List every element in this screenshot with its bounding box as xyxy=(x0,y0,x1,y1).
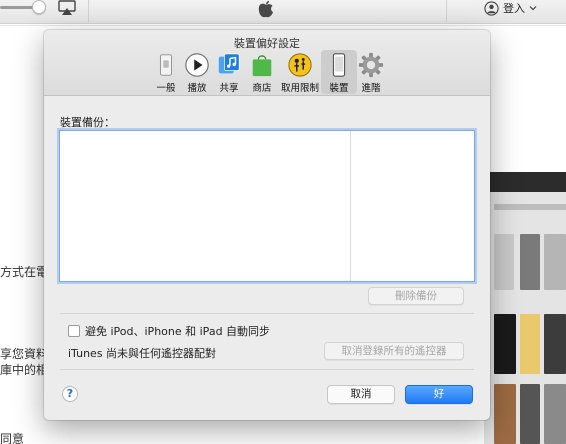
cancel-button[interactable]: 取消 xyxy=(327,385,395,404)
prevent-sync-checkbox[interactable] xyxy=(68,325,80,337)
tab-playback[interactable]: 播放 xyxy=(179,50,215,94)
store-bag-icon xyxy=(252,55,272,77)
user-icon xyxy=(484,0,499,16)
tab-devices[interactable]: 裝置 xyxy=(321,50,357,94)
album-art xyxy=(520,234,540,290)
background-text: 同意 xyxy=(0,432,25,444)
store-preview-panel xyxy=(484,172,566,444)
album-art xyxy=(520,314,540,374)
tab-parental[interactable]: 取用限制 xyxy=(280,50,320,94)
tab-label: 裝置 xyxy=(329,83,349,94)
prevent-sync-label: 避免 iPod、iPhone 和 iPad 自動同步 xyxy=(85,325,271,338)
album-art xyxy=(494,384,516,444)
album-art xyxy=(494,234,514,290)
account-label: 登入 xyxy=(503,2,525,15)
playback-icon xyxy=(185,53,209,77)
divider xyxy=(60,313,474,314)
album-art xyxy=(544,234,566,290)
album-art xyxy=(520,384,540,444)
sharing-icon xyxy=(218,53,240,74)
gear-icon xyxy=(358,52,384,78)
tab-label: 播放 xyxy=(187,83,207,94)
help-button[interactable]: ? xyxy=(62,386,78,402)
store-preview-menu xyxy=(494,204,566,210)
background-text: 方式在電 xyxy=(0,265,49,279)
general-switch-icon xyxy=(159,54,173,76)
tab-label: 進階 xyxy=(361,83,381,94)
album-art xyxy=(544,384,566,444)
remotes-status-text: iTunes 尚未與任何遙控器配對 xyxy=(68,347,217,360)
tab-sharing[interactable]: 共享 xyxy=(211,50,247,94)
itunes-toolbar: 登入 xyxy=(0,0,566,24)
column-divider xyxy=(350,131,351,281)
chevron-down-icon xyxy=(529,6,537,11)
account-button[interactable]: 登入 xyxy=(484,0,537,16)
device-icon xyxy=(332,53,346,77)
store-preview-topbar xyxy=(484,172,566,192)
volume-slider-knob[interactable] xyxy=(32,0,46,14)
toolbar-separator xyxy=(88,0,89,22)
prevent-sync-option[interactable]: 避免 iPod、iPhone 和 iPad 自動同步 xyxy=(68,323,270,339)
delete-backup-button[interactable]: 刪除備份 xyxy=(368,287,464,305)
tab-advanced[interactable]: 進階 xyxy=(353,50,389,94)
tab-label: 商店 xyxy=(252,83,272,94)
background-text: 享您資料 xyxy=(0,347,49,361)
parental-icon xyxy=(288,53,312,77)
album-art xyxy=(544,314,566,374)
tab-label: 取用限制 xyxy=(280,83,319,94)
device-preferences-dialog: 裝置偏好設定 一般 播放 共享 商店 取用限制 裝置 進階 裝置備份： 刪除備份… xyxy=(44,30,490,420)
preferences-toolbar: 裝置偏好設定 一般 播放 共享 商店 取用限制 裝置 進階 xyxy=(44,30,490,96)
dialog-title: 裝置偏好設定 xyxy=(234,37,300,50)
ok-button[interactable]: 好 xyxy=(405,385,473,404)
forget-remotes-button[interactable]: 取消登錄所有的遙控器 xyxy=(324,342,464,360)
toolbar-separator xyxy=(446,0,447,22)
nav-divider xyxy=(0,25,566,26)
background-text: 庫中的相 xyxy=(0,363,49,377)
backups-label: 裝置備份： xyxy=(60,116,115,129)
divider xyxy=(60,369,474,370)
apple-logo-icon xyxy=(258,0,273,18)
tab-label: 共享 xyxy=(219,83,239,94)
device-backups-list[interactable] xyxy=(59,130,475,282)
tab-label: 一般 xyxy=(156,83,176,94)
tab-store[interactable]: 商店 xyxy=(244,50,280,94)
album-art xyxy=(494,314,516,374)
airplay-icon[interactable] xyxy=(57,0,77,16)
